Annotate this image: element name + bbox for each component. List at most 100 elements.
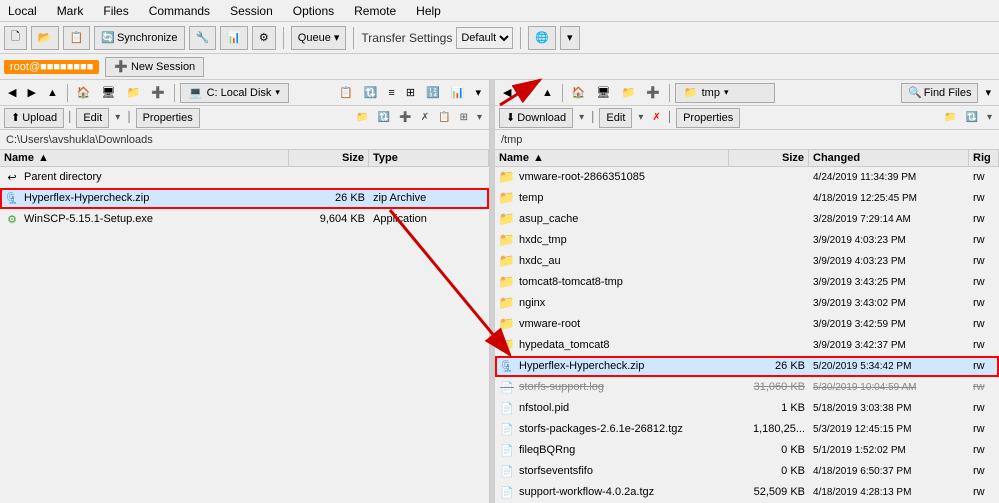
queue-btn[interactable]: Queue ▾ (291, 26, 347, 50)
left-row-parent[interactable]: ↩ Parent directory (0, 167, 489, 188)
toolbar-icon-7[interactable]: 🌐 (528, 26, 556, 50)
right-col-changed[interactable]: Changed (809, 150, 969, 166)
right-col-rights[interactable]: Rig (969, 150, 999, 166)
right-edit-btn[interactable]: Edit (599, 108, 632, 128)
right-row-2[interactable]: 📁 asup_cache 3/28/2019 7:29:14 AM rw (495, 209, 999, 230)
new-session-btn[interactable]: ➕ New Session (105, 57, 204, 77)
toolbar-icon-4[interactable]: 🔧 (189, 26, 217, 50)
toolbar-icon-1[interactable]: 🗋 (4, 26, 27, 50)
menu-help[interactable]: Help (412, 3, 445, 19)
left-toolbar-more-3[interactable]: ➕ (396, 109, 414, 127)
menu-options[interactable]: Options (289, 3, 338, 19)
right-nav-back[interactable]: ◀ (499, 83, 515, 103)
right-nav-add[interactable]: ➕ (642, 83, 664, 103)
toolbar-icon-3[interactable]: 📋 (63, 26, 91, 50)
menu-files[interactable]: Files (99, 3, 132, 19)
right-row-9[interactable]: 🗜 Hyperflex-Hypercheck.zip 26 KB 5/20/20… (495, 356, 999, 377)
right-row-8[interactable]: 📁 hypedata_tomcat8 3/9/2019 3:42:37 PM r… (495, 335, 999, 356)
menu-local[interactable]: Local (4, 3, 41, 19)
right-col-name[interactable]: Name ▲ (495, 150, 729, 166)
synchronize-btn[interactable]: 🔄 Synchronize (94, 26, 184, 50)
left-properties-btn[interactable]: Properties (136, 108, 200, 128)
left-location-dropdown[interactable]: 💻 C: Local Disk (180, 83, 289, 103)
right-nav-forward[interactable]: ▶ (518, 83, 534, 103)
left-toolbar-more-6[interactable]: ⊞ (457, 109, 471, 127)
toolbar-icon-2[interactable]: 📂 (31, 26, 59, 50)
left-nav-back[interactable]: ◀ (4, 83, 20, 103)
left-nav-btn-6[interactable]: 📊 (447, 83, 469, 103)
toolbar-icon-5[interactable]: 📊 (220, 26, 248, 50)
menu-session[interactable]: Session (226, 3, 277, 19)
left-upload-btn[interactable]: ⬆ Upload (4, 108, 64, 128)
find-files-btn[interactable]: 🔍 Find Files (901, 83, 978, 103)
right-download-btn[interactable]: ⬇ Download (499, 108, 573, 128)
left-nav-btn-2[interactable]: 🔃 (360, 83, 382, 103)
left-toolbar-more-1[interactable]: 📁 (353, 109, 371, 127)
right-nav-up[interactable]: ▲ (538, 83, 557, 103)
left-nav-docs[interactable]: 📁 (123, 83, 145, 103)
left-toolbar-more-4[interactable]: ✗ (418, 109, 432, 127)
file-icon: 📄 (499, 400, 515, 416)
right-nav-root[interactable]: 🏠 (568, 83, 590, 103)
transfer-settings-select[interactable]: Default (456, 27, 513, 49)
left-toolbar-more-5[interactable]: 📋 (435, 109, 453, 127)
left-nav-up[interactable]: ▲ (43, 83, 62, 103)
right-location-dropdown[interactable]: 📁 tmp (675, 83, 775, 103)
menu-commands[interactable]: Commands (145, 3, 214, 19)
left-nav-root[interactable]: 🏠 (73, 83, 95, 103)
right-delete-btn[interactable]: ✗ (649, 109, 663, 127)
right-download-dropdown[interactable]: ▾ (576, 109, 587, 127)
left-toolbar-more-2[interactable]: 🔃 (375, 109, 393, 127)
right-nav-desktop[interactable]: 🖥 (593, 83, 615, 103)
left-nav-btn-3[interactable]: ≡ (384, 83, 398, 103)
right-row-5[interactable]: 📁 tomcat8-tomcat8-tmp 3/9/2019 3:43:25 P… (495, 272, 999, 293)
left-nav-desktop[interactable]: 🖥 (98, 83, 120, 103)
left-col-type[interactable]: Type (369, 150, 489, 166)
right-toolbar-more-1[interactable]: 📁 (941, 109, 959, 127)
left-col-name[interactable]: Name ▲ (0, 150, 289, 166)
left-nav-forward[interactable]: ▶ (23, 83, 39, 103)
left-row-winscp[interactable]: ⚙ WinSCP-5.15.1-Setup.exe 9,604 KB Appli… (0, 209, 489, 230)
left-edit-btn[interactable]: Edit (76, 108, 109, 128)
main-toolbar: 🗋 📂 📋 🔄 Synchronize 🔧 📊 ⚙ Queue ▾ Transf… (0, 22, 999, 54)
right-row-10[interactable]: 📄 storfs-support.log 31,060 KB 5/30/2019… (495, 377, 999, 398)
left-sep-1 (67, 84, 68, 102)
right-row-6[interactable]: 📁 nginx 3/9/2019 3:43:02 PM rw (495, 293, 999, 314)
right-row-14[interactable]: 📄 storfseventsfifo 0 KB 4/18/2019 6:50:3… (495, 461, 999, 482)
right-edit-dropdown[interactable]: ▾ (635, 109, 646, 127)
right-file-list-container: Name ▲ Size Changed Rig 📁 vmwa (495, 150, 999, 503)
right-row-13[interactable]: 📄 fileqBQRng 0 KB 5/1/2019 1:52:02 PM rw (495, 440, 999, 461)
menu-remote[interactable]: Remote (350, 3, 400, 19)
right-col-size[interactable]: Size (729, 150, 809, 166)
left-row-hypercheck[interactable]: 🗜 Hyperflex-Hypercheck.zip 26 KB zip Arc… (0, 188, 489, 209)
left-nav-btn-5[interactable]: 🔢 (422, 83, 444, 103)
right-row-7[interactable]: 📁 vmware-root 3/9/2019 3:42:59 PM rw (495, 314, 999, 335)
left-toolbar-more-7[interactable]: ▾ (474, 109, 485, 127)
folder-icon: 📁 (499, 274, 515, 290)
right-properties-btn[interactable]: Properties (676, 108, 740, 128)
right-row-3[interactable]: 📁 hxdc_tmp 3/9/2019 4:03:23 PM rw (495, 230, 999, 251)
file-icon: 📄 (499, 463, 515, 479)
left-nav-btn-1[interactable]: 📋 (335, 83, 357, 103)
right-toolbar-more-3[interactable]: ▾ (984, 109, 995, 127)
right-row-1[interactable]: 📁 temp 4/18/2019 12:25:45 PM rw (495, 188, 999, 209)
left-nav-btn-4[interactable]: ⊞ (402, 83, 419, 103)
right-row-11[interactable]: 📄 nfstool.pid 1 KB 5/18/2019 3:03:38 PM … (495, 398, 999, 419)
left-nav-add[interactable]: ➕ (147, 83, 169, 103)
menu-mark[interactable]: Mark (53, 3, 88, 19)
left-nav-btn-7[interactable]: ▾ (471, 83, 485, 103)
left-col-size[interactable]: Size (289, 150, 369, 166)
parent-dir-icon: ↩ (4, 169, 20, 185)
toolbar-icon-8[interactable]: ▾ (560, 26, 580, 50)
right-nav-docs[interactable]: 📁 (618, 83, 640, 103)
right-nav-btn-7[interactable]: ▾ (981, 83, 995, 103)
left-edit-dropdown[interactable]: ▾ (112, 109, 123, 127)
right-row-4[interactable]: 📁 hxdc_au 3/9/2019 4:03:23 PM rw (495, 251, 999, 272)
sessionbar: root@■■■■■■■■ ➕ New Session (0, 54, 999, 80)
file-icon: 📄 (499, 484, 515, 500)
right-toolbar-more-2[interactable]: 🔃 (963, 109, 981, 127)
right-row-0[interactable]: 📁 vmware-root-2866351085 4/24/2019 11:34… (495, 167, 999, 188)
toolbar-icon-6[interactable]: ⚙ (252, 26, 276, 50)
right-row-12[interactable]: 📄 storfs-packages-2.6.1e-26812.tgz 1,180… (495, 419, 999, 440)
right-row-15[interactable]: 📄 support-workflow-4.0.2a.tgz 52,509 KB … (495, 482, 999, 503)
